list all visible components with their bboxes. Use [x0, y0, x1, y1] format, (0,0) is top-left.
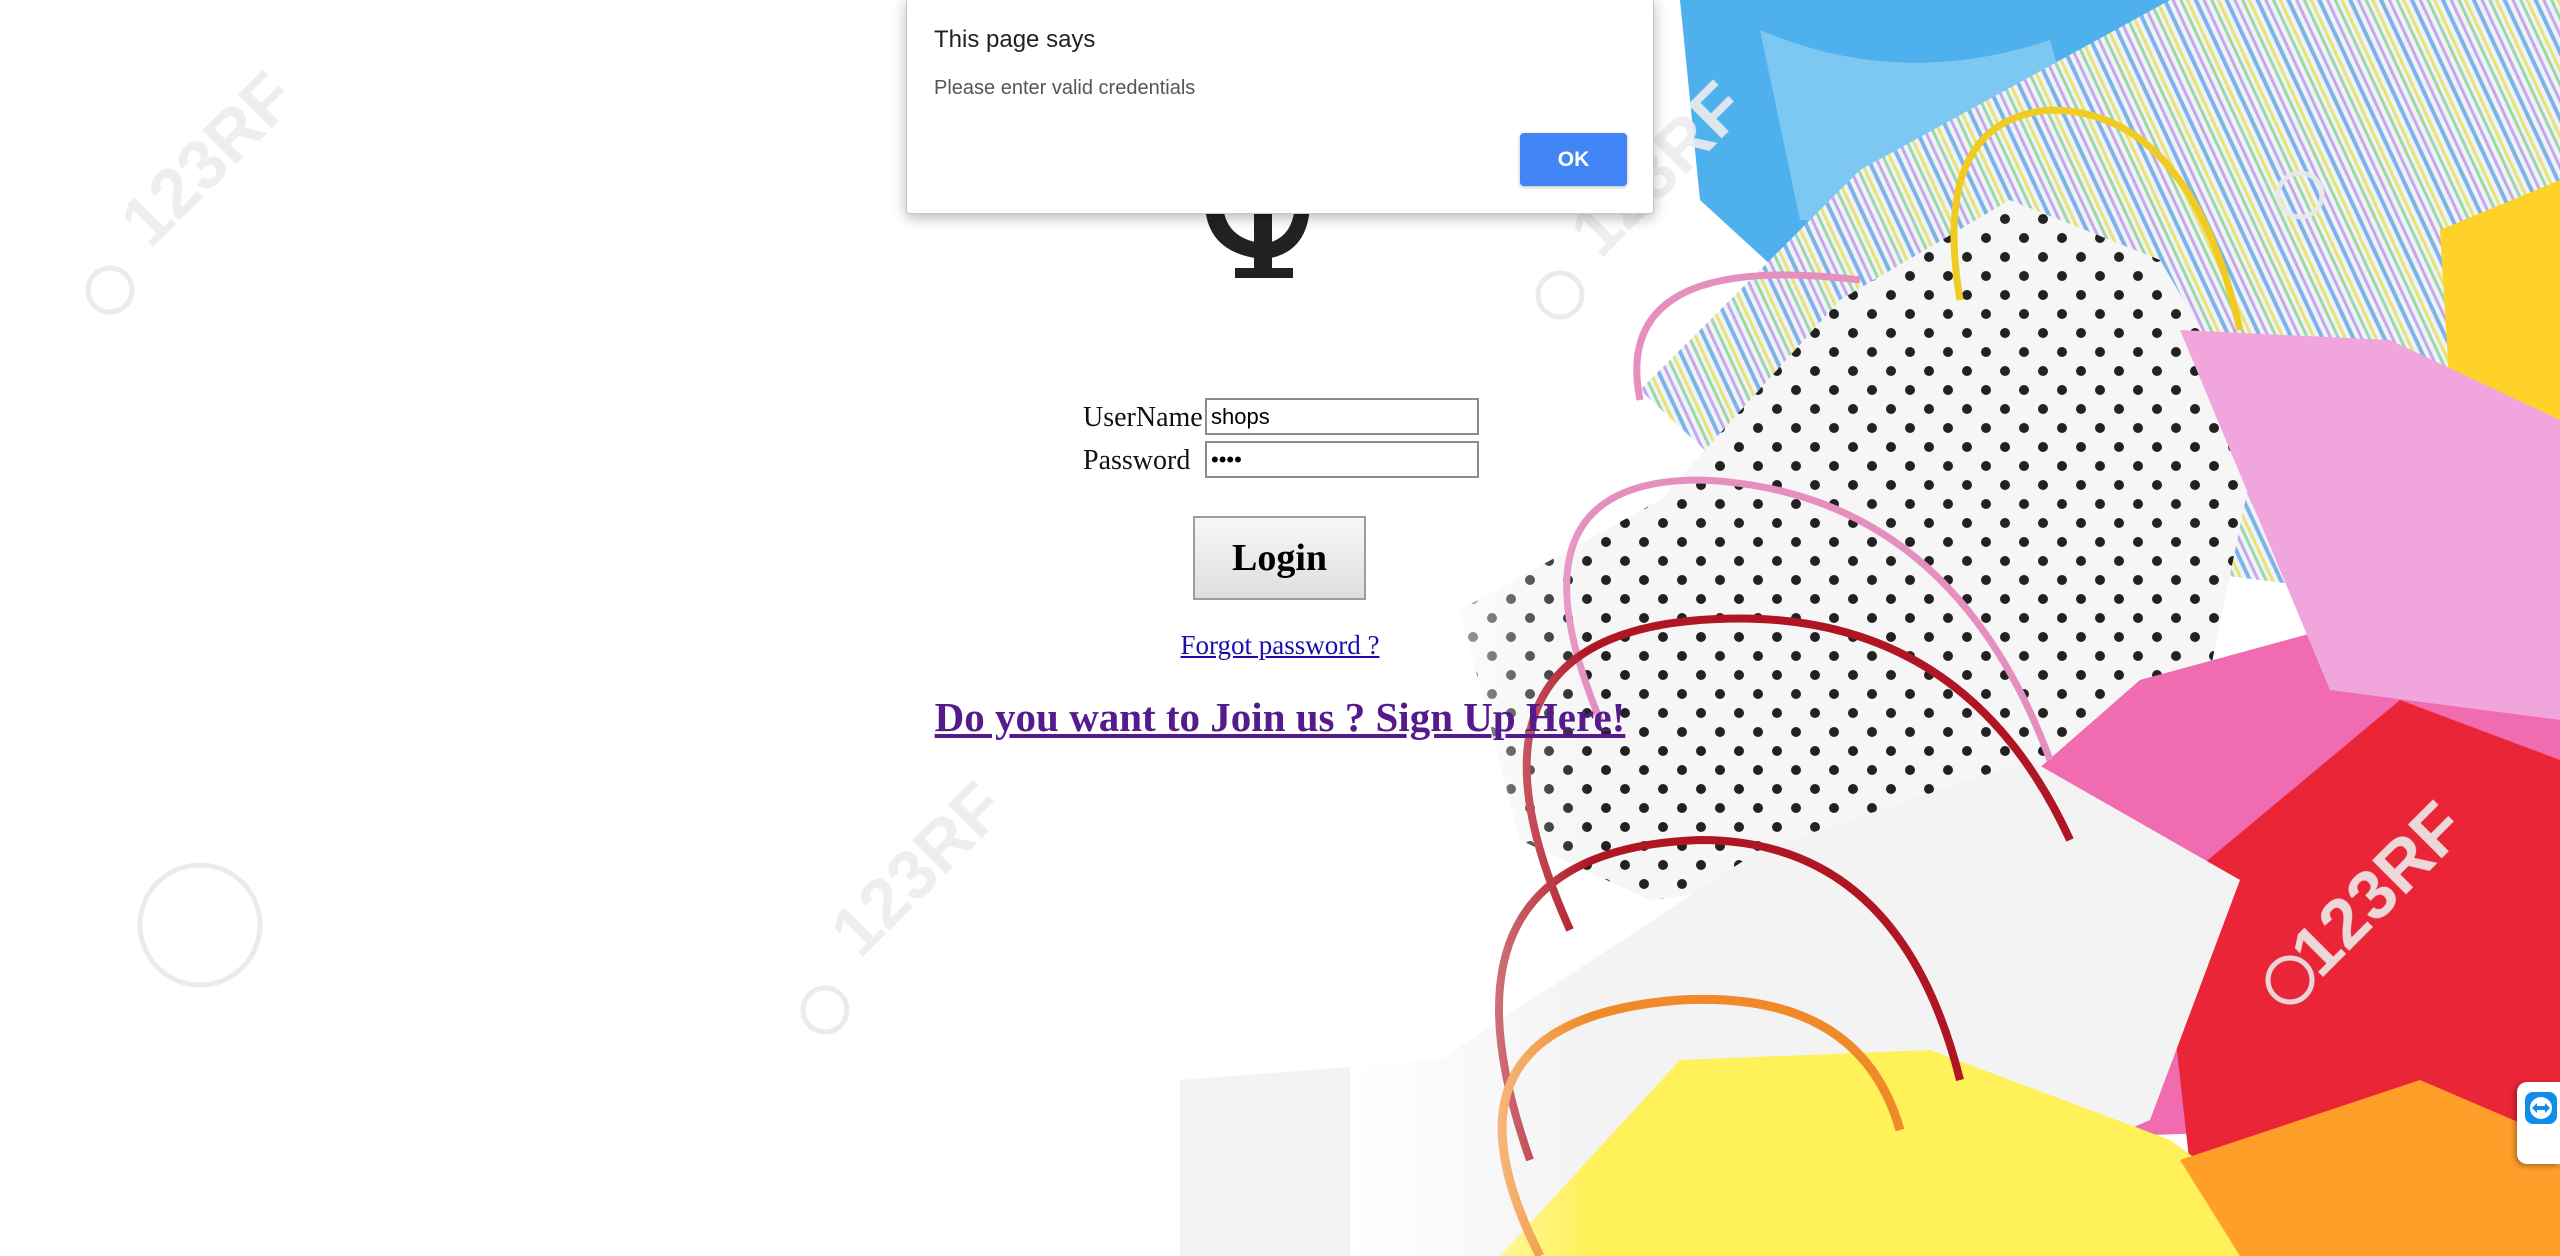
login-form: UserName Password [1080, 398, 1480, 484]
login-button[interactable]: Login [1193, 516, 1366, 600]
username-row: UserName [1080, 398, 1480, 441]
password-label: Password [1083, 445, 1191, 476]
ok-button[interactable]: OK [1520, 133, 1627, 186]
signup-link[interactable]: Do you want to Join us ? Sign Up Here! [935, 694, 1626, 740]
password-row: Password [1080, 441, 1480, 484]
login-page: 123RF 123RF 123RF 123RF UserName Passwor… [0, 0, 2560, 1256]
signup-row: Do you want to Join us ? Sign Up Here! [0, 693, 2560, 741]
teamviewer-side-tab[interactable] [2517, 1082, 2560, 1164]
dialog-message: Please enter valid credentials [934, 77, 1196, 99]
username-label: UserName [1083, 402, 1203, 433]
forgot-password-link[interactable]: Forgot password ? [1181, 630, 1380, 660]
watermark-text: 123RF [105, 57, 309, 261]
dialog-title: This page says [934, 26, 1096, 53]
username-field[interactable] [1205, 398, 1479, 435]
alert-dialog: This page says Please enter valid creden… [906, 0, 1654, 214]
teamviewer-icon [2525, 1092, 2557, 1124]
forgot-password-row: Forgot password ? [0, 630, 2560, 661]
watermark-text: 123RF [815, 767, 1019, 971]
password-field[interactable] [1205, 441, 1479, 478]
